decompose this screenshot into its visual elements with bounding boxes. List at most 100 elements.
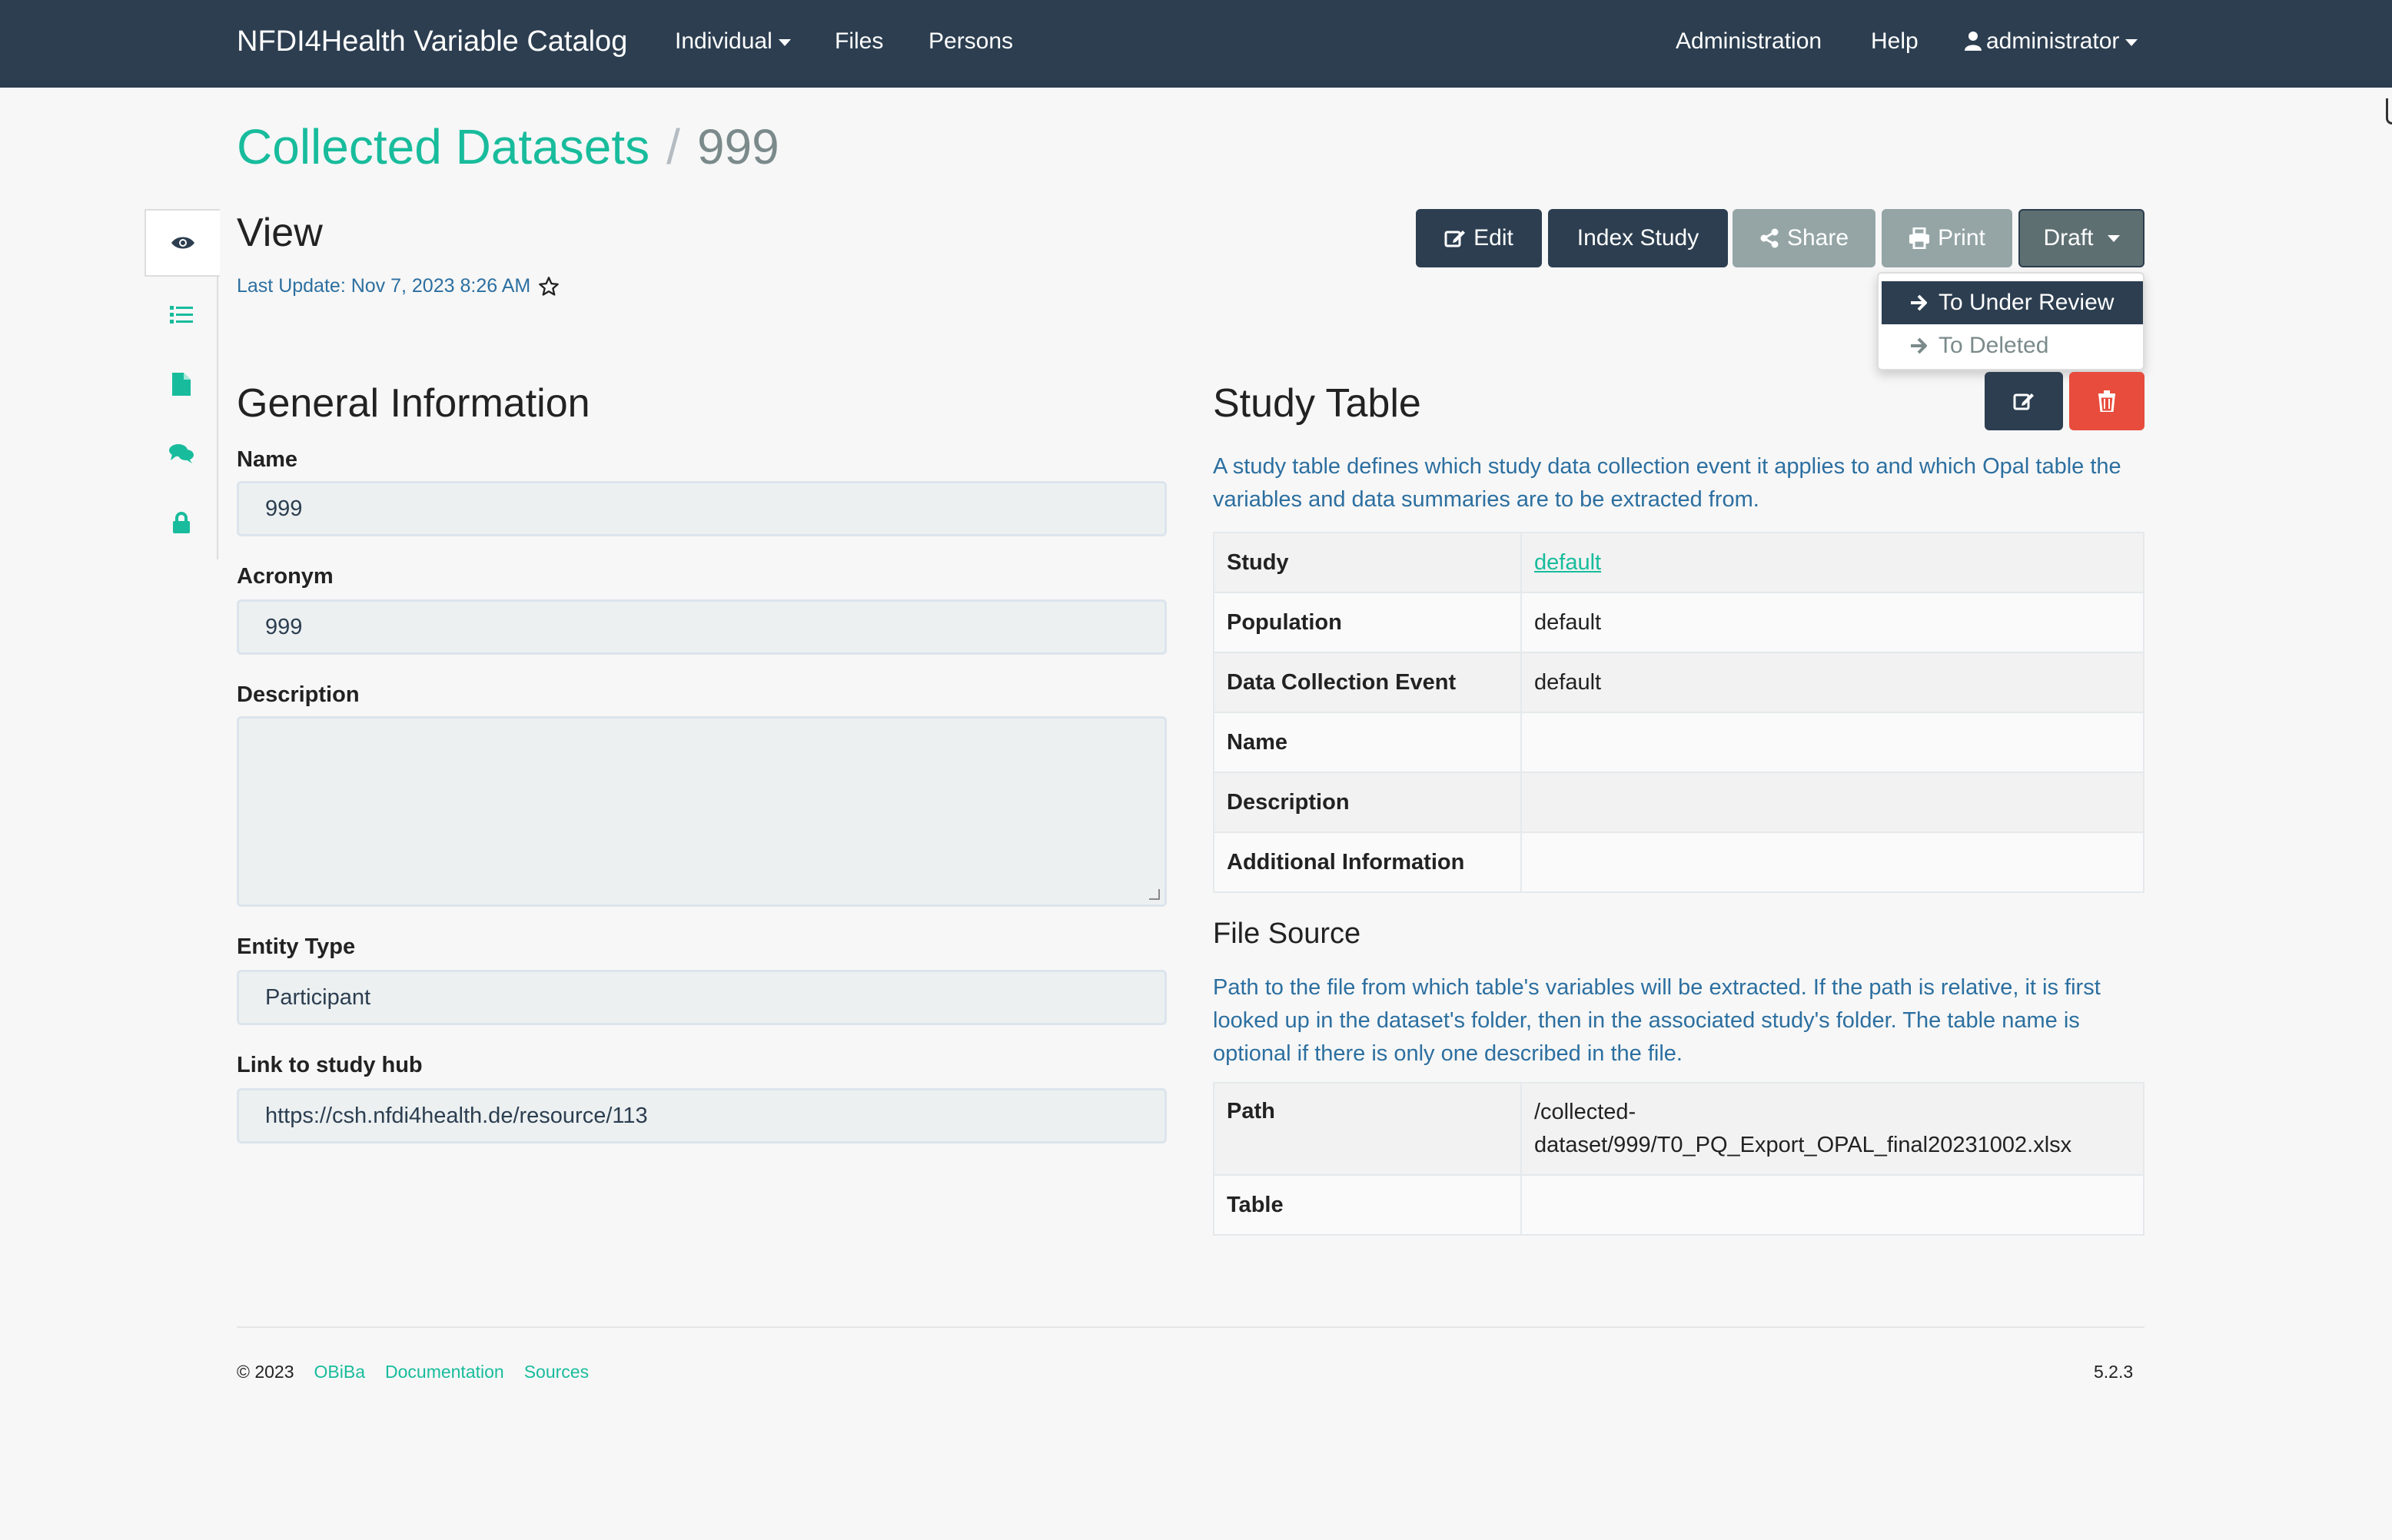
row-key: Table bbox=[1213, 1174, 1522, 1236]
side-nav-view[interactable] bbox=[145, 209, 220, 277]
breadcrumb: Collected Datasets / 999 bbox=[237, 117, 779, 177]
side-nav-permissions[interactable] bbox=[145, 489, 218, 556]
scrollbar-edge bbox=[2386, 98, 2392, 124]
edit-study-table-button[interactable] bbox=[1985, 372, 2063, 430]
footer-sources-link[interactable]: Sources bbox=[524, 1362, 589, 1382]
breadcrumb-current: 999 bbox=[696, 119, 779, 174]
view-title: View bbox=[237, 211, 323, 255]
menu-item-to-deleted[interactable]: To Deleted bbox=[1882, 324, 2143, 367]
side-nav-comments[interactable] bbox=[145, 420, 218, 487]
list-icon bbox=[170, 306, 193, 324]
name-field: 999 bbox=[237, 481, 1167, 536]
row-key: Description bbox=[1213, 772, 1522, 833]
caret-down-icon bbox=[778, 38, 791, 46]
file-icon bbox=[172, 373, 191, 396]
study-table-title: Study Table bbox=[1213, 381, 1421, 426]
row-key: Additional Information bbox=[1213, 831, 1522, 893]
star-icon[interactable] bbox=[538, 276, 560, 297]
table-row: Path /collected- dataset/999/T0_PQ_Expor… bbox=[1213, 1082, 2144, 1176]
nav-help[interactable]: Help bbox=[1871, 28, 1919, 55]
print-button-label: Print bbox=[1938, 225, 1985, 251]
entity-type-label: Entity Type bbox=[237, 934, 356, 959]
caret-down-icon bbox=[2125, 38, 2138, 46]
edit-button[interactable]: Edit bbox=[1416, 209, 1542, 267]
side-nav bbox=[145, 209, 220, 559]
menu-item-to-under-review[interactable]: To Under Review bbox=[1882, 281, 2143, 324]
acronym-field: 999 bbox=[237, 599, 1167, 655]
row-key: Population bbox=[1213, 592, 1522, 653]
row-key: Study bbox=[1213, 532, 1522, 593]
eye-icon bbox=[171, 237, 194, 249]
breadcrumb-collected-datasets[interactable]: Collected Datasets bbox=[237, 119, 649, 174]
arrow-right-icon bbox=[1911, 337, 1927, 354]
side-nav-files[interactable] bbox=[145, 350, 218, 418]
table-row: Name bbox=[1213, 712, 2144, 773]
footer-obiba-link[interactable]: OBiBa bbox=[314, 1362, 365, 1382]
study-hub-field: https://csh.nfdi4health.de/resource/113 bbox=[237, 1088, 1167, 1143]
delete-study-table-button[interactable] bbox=[2069, 372, 2144, 430]
status-dropdown-menu: To Under Review To Deleted bbox=[1877, 272, 2144, 370]
draft-button-label: Draft bbox=[2043, 225, 2094, 251]
study-link[interactable]: default bbox=[1534, 550, 1601, 575]
path-line-2: dataset/999/T0_PQ_Export_OPAL_final20231… bbox=[1534, 1133, 2072, 1157]
edit-icon bbox=[2013, 393, 2034, 410]
last-update-text: Last Update: Nov 7, 2023 8:26 AM bbox=[237, 275, 531, 297]
footer-divider bbox=[237, 1326, 2144, 1328]
comments-icon bbox=[169, 444, 194, 463]
caret-down-icon bbox=[2107, 234, 2120, 242]
top-navbar: NFDI4Health Variable Catalog Individual … bbox=[0, 0, 2392, 88]
menu-item-label: To Deleted bbox=[1939, 333, 2049, 358]
share-button[interactable]: Share bbox=[1733, 209, 1875, 267]
study-table-help: A study table defines which study data c… bbox=[1213, 454, 2121, 512]
print-button[interactable]: Print bbox=[1882, 209, 2012, 267]
user-icon bbox=[1965, 32, 1982, 51]
resize-handle[interactable] bbox=[1149, 889, 1160, 900]
edit-button-label: Edit bbox=[1473, 225, 1513, 251]
table-row: Description bbox=[1213, 772, 2144, 833]
description-label: Description bbox=[237, 682, 360, 707]
study-table-details: Study default Population default Data Co… bbox=[1213, 532, 2144, 893]
index-study-button[interactable]: Index Study bbox=[1548, 209, 1728, 267]
nav-individual-dropdown[interactable]: Individual bbox=[675, 28, 791, 55]
footer: © 2023 OBiBa Documentation Sources bbox=[237, 1362, 589, 1382]
edit-icon bbox=[1444, 231, 1466, 247]
share-icon bbox=[1760, 228, 1779, 248]
row-value: default bbox=[1520, 592, 2144, 653]
nav-administration[interactable]: Administration bbox=[1676, 28, 1822, 55]
breadcrumb-separator: / bbox=[666, 119, 680, 174]
status-draft-dropdown[interactable]: Draft bbox=[2018, 209, 2144, 267]
user-menu[interactable]: administrator bbox=[1965, 28, 2138, 55]
file-source-help: Path to the file from which table's vari… bbox=[1213, 975, 2101, 1066]
table-row: Additional Information bbox=[1213, 831, 2144, 893]
table-row: Study default bbox=[1213, 532, 2144, 593]
footer-copyright: © 2023 bbox=[237, 1362, 294, 1382]
footer-version: 5.2.3 bbox=[2094, 1362, 2134, 1382]
arrow-right-icon bbox=[1911, 294, 1927, 311]
brand-link[interactable]: NFDI4Health Variable Catalog bbox=[237, 25, 627, 58]
user-name: administrator bbox=[1986, 28, 2120, 54]
share-button-label: Share bbox=[1786, 225, 1849, 251]
row-value bbox=[1520, 1174, 2144, 1236]
last-update: Last Update: Nov 7, 2023 8:26 AM bbox=[237, 275, 560, 297]
entity-type-field: Participant bbox=[237, 970, 1167, 1025]
row-key: Name bbox=[1213, 712, 1522, 773]
side-nav-variables[interactable] bbox=[145, 281, 218, 349]
row-value bbox=[1520, 712, 2144, 773]
nav-persons[interactable]: Persons bbox=[929, 28, 1013, 55]
row-value: default bbox=[1520, 652, 2144, 713]
general-information-title: General Information bbox=[237, 381, 590, 426]
row-key: Path bbox=[1213, 1082, 1522, 1176]
nav-files[interactable]: Files bbox=[835, 28, 883, 55]
row-value bbox=[1520, 831, 2144, 893]
description-textarea[interactable] bbox=[237, 716, 1167, 907]
footer-documentation-link[interactable]: Documentation bbox=[385, 1362, 504, 1382]
file-source-details: Path /collected- dataset/999/T0_PQ_Expor… bbox=[1213, 1082, 2144, 1236]
name-label: Name bbox=[237, 447, 297, 472]
table-row: Data Collection Event default bbox=[1213, 652, 2144, 713]
row-value bbox=[1520, 772, 2144, 833]
row-value: /collected- dataset/999/T0_PQ_Export_OPA… bbox=[1520, 1082, 2144, 1176]
row-key: Data Collection Event bbox=[1213, 652, 1522, 713]
print-icon bbox=[1909, 227, 1930, 249]
nav-individual-label: Individual bbox=[675, 28, 772, 54]
file-source-title: File Source bbox=[1213, 918, 1361, 950]
